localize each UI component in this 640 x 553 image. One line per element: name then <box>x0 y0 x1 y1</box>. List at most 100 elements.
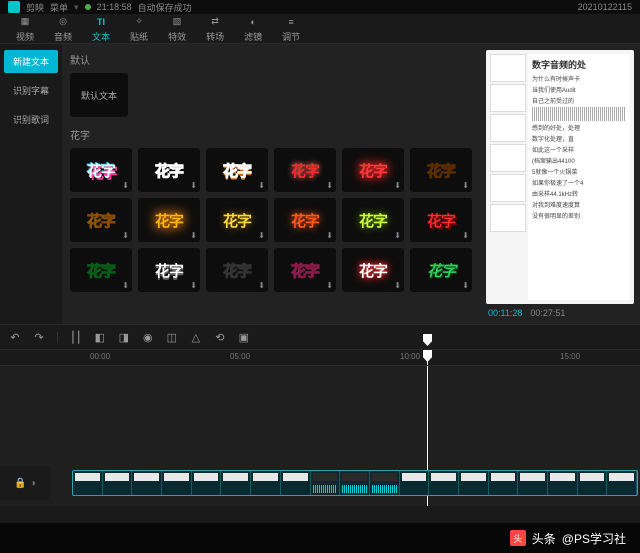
fancy-card[interactable]: 花字⬇ <box>410 248 472 292</box>
waveform-graphic <box>532 107 626 121</box>
fancy-card[interactable]: 花字⬇ <box>410 198 472 242</box>
tab-adjust[interactable]: ≡调节 <box>274 13 308 45</box>
crop2-button[interactable]: ▣ <box>237 330 251 344</box>
text-icon: TI <box>94 15 108 29</box>
fancy-card[interactable]: 花字⬇ <box>206 248 268 292</box>
download-icon: ⬇ <box>394 281 401 290</box>
eye-icon[interactable]: ◑ <box>30 478 36 489</box>
fancy-card[interactable]: 花字⬇ <box>342 198 404 242</box>
download-icon: ⬇ <box>122 231 129 240</box>
tab-text[interactable]: TI文本 <box>84 13 118 45</box>
sidebar-item-new-text[interactable]: 新建文本 <box>4 50 58 73</box>
text-sidebar: 新建文本 识别字幕 识别歌词 <box>0 44 62 324</box>
fancy-card[interactable]: 花字⬇ <box>274 248 336 292</box>
tab-audio[interactable]: ◎音频 <box>46 13 80 45</box>
download-icon: ⬇ <box>122 181 129 190</box>
preview-panel: 数字音频的处 为什么有时候声卡 当我们使用Audit 自己之前受过的 感到的好处… <box>480 44 640 324</box>
record-button[interactable]: ◉ <box>141 330 155 344</box>
delete-left-button[interactable]: ◧ <box>93 330 107 344</box>
split-button[interactable]: ⎮⎮ <box>69 330 83 344</box>
download-icon: ⬇ <box>326 231 333 240</box>
preview-canvas[interactable]: 数字音频的处 为什么有时候声卡 当我们使用Audit 自己之前受过的 感到的好处… <box>486 50 634 304</box>
sticker-icon: ✧ <box>132 15 146 29</box>
download-icon: ⬇ <box>462 231 469 240</box>
track-header: 🔒 ◑ <box>0 466 50 500</box>
page-thumb <box>490 144 526 172</box>
download-icon: ⬇ <box>258 181 265 190</box>
audio-icon: ◎ <box>56 15 70 29</box>
slide-title: 数字音频的处 <box>532 58 626 71</box>
adjust-icon: ≡ <box>284 15 298 29</box>
video-clip[interactable]: 20190909Audition CC 2019 中文教程 - sc10 采样率… <box>72 470 638 496</box>
section-default-label: 默认 <box>70 52 472 67</box>
text-asset-panel: 默认 默认文本 花字 花字⬇ 花字⬇ 花字⬇ 花字⬇ 花字⬇ 花字⬇ 花字⬇ 花… <box>62 44 480 324</box>
tab-filter[interactable]: ◐滤镜 <box>236 13 270 45</box>
current-time: 00:11:28 <box>488 308 522 318</box>
fancy-card[interactable]: 花字⬇ <box>342 248 404 292</box>
download-icon: ⬇ <box>258 231 265 240</box>
timeline[interactable]: 🔒 ◑ 20190909Audition CC 2019 中文教程 - sc10… <box>0 366 640 506</box>
redo-button[interactable]: ↷ <box>32 330 46 344</box>
asset-tabs: ▦视频 ◎音频 TI文本 ✧贴纸 ▧特效 ⇄转场 ◐滤镜 ≡调节 <box>0 14 640 44</box>
fancy-card[interactable]: 花字⬇ <box>138 148 200 192</box>
page-thumb <box>490 204 526 232</box>
fancy-card[interactable]: 花字⬇ <box>274 198 336 242</box>
footer-handle: @PS学习社 <box>562 530 626 547</box>
download-icon: ⬇ <box>122 281 129 290</box>
download-icon: ⬇ <box>190 181 197 190</box>
download-icon: ⬇ <box>462 281 469 290</box>
timeline-ruler[interactable]: 00:00 05:00 10:00 15:00 <box>0 350 640 366</box>
fancy-card[interactable]: 花字⬇ <box>70 148 132 192</box>
download-icon: ⬇ <box>190 281 197 290</box>
total-time: 00:27:51 <box>530 308 565 318</box>
footer-prefix: 头条 <box>532 530 556 547</box>
sidebar-item-lyrics[interactable]: 识别歌词 <box>4 108 58 131</box>
filter-icon: ◐ <box>246 15 260 29</box>
fancy-card[interactable]: 花字⬇ <box>342 148 404 192</box>
clock: 21:18:58 <box>97 2 132 12</box>
download-icon: ⬇ <box>394 231 401 240</box>
watermark-footer: 头 头条 @PS学习社 <box>0 523 640 553</box>
lock-icon[interactable]: 🔒 <box>14 478 26 489</box>
effect-icon: ▧ <box>170 15 184 29</box>
tab-effect[interactable]: ▧特效 <box>160 13 194 45</box>
page-thumb <box>490 54 526 82</box>
toutiao-icon: 头 <box>510 530 526 546</box>
delete-right-button[interactable]: ◨ <box>117 330 131 344</box>
fancy-card[interactable]: 花字⬇ <box>138 248 200 292</box>
ruler-tick: 00:00 <box>90 352 110 361</box>
timestamp: 20210122115 <box>578 2 632 12</box>
fancy-card[interactable]: 花字⬇ <box>206 198 268 242</box>
tab-transition[interactable]: ⇄转场 <box>198 13 232 45</box>
ruler-tick: 15:00 <box>560 352 580 361</box>
fancy-card[interactable]: 花字⬇ <box>138 198 200 242</box>
fancy-card[interactable]: 花字⬇ <box>70 248 132 292</box>
video-icon: ▦ <box>18 15 32 29</box>
fancy-card[interactable]: 花字⬇ <box>274 148 336 192</box>
page-thumb <box>490 84 526 112</box>
preview-timecode: 00:11:28 00:27:51 <box>486 304 634 318</box>
download-icon: ⬇ <box>462 181 469 190</box>
sidebar-item-subtitle[interactable]: 识别字幕 <box>4 79 58 102</box>
timeline-toolbar: ↶ ↷ | ⎮⎮ ◧ ◨ ◉ ◫ △ ⟲ ▣ <box>0 324 640 350</box>
crop-button[interactable]: ◫ <box>165 330 179 344</box>
rotate-button[interactable]: ⟲ <box>213 330 227 344</box>
download-icon: ⬇ <box>394 181 401 190</box>
doc-slide: 数字音频的处 为什么有时候声卡 当我们使用Audit 自己之前受过的 感到的好处… <box>528 54 630 300</box>
fancy-card[interactable]: 花字⬇ <box>410 148 472 192</box>
mirror-button[interactable]: △ <box>189 330 203 344</box>
page-thumb <box>490 114 526 142</box>
tab-sticker[interactable]: ✧贴纸 <box>122 13 156 45</box>
undo-button[interactable]: ↶ <box>8 330 22 344</box>
section-fancy-label: 花字 <box>70 127 472 142</box>
fancy-card[interactable]: 花字⬇ <box>70 198 132 242</box>
ruler-tick: 10:00 <box>400 352 420 361</box>
fancy-text-grid: 花字⬇ 花字⬇ 花字⬇ 花字⬇ 花字⬇ 花字⬇ 花字⬇ 花字⬇ 花字⬇ 花字⬇ … <box>70 148 472 292</box>
tab-video[interactable]: ▦视频 <box>8 13 42 45</box>
download-icon: ⬇ <box>326 281 333 290</box>
default-text-card[interactable]: 默认文本 <box>70 73 128 117</box>
transition-icon: ⇄ <box>208 15 222 29</box>
app-logo-icon <box>8 1 20 13</box>
fancy-card[interactable]: 花字⬇ <box>206 148 268 192</box>
doc-thumbnails <box>490 54 526 300</box>
